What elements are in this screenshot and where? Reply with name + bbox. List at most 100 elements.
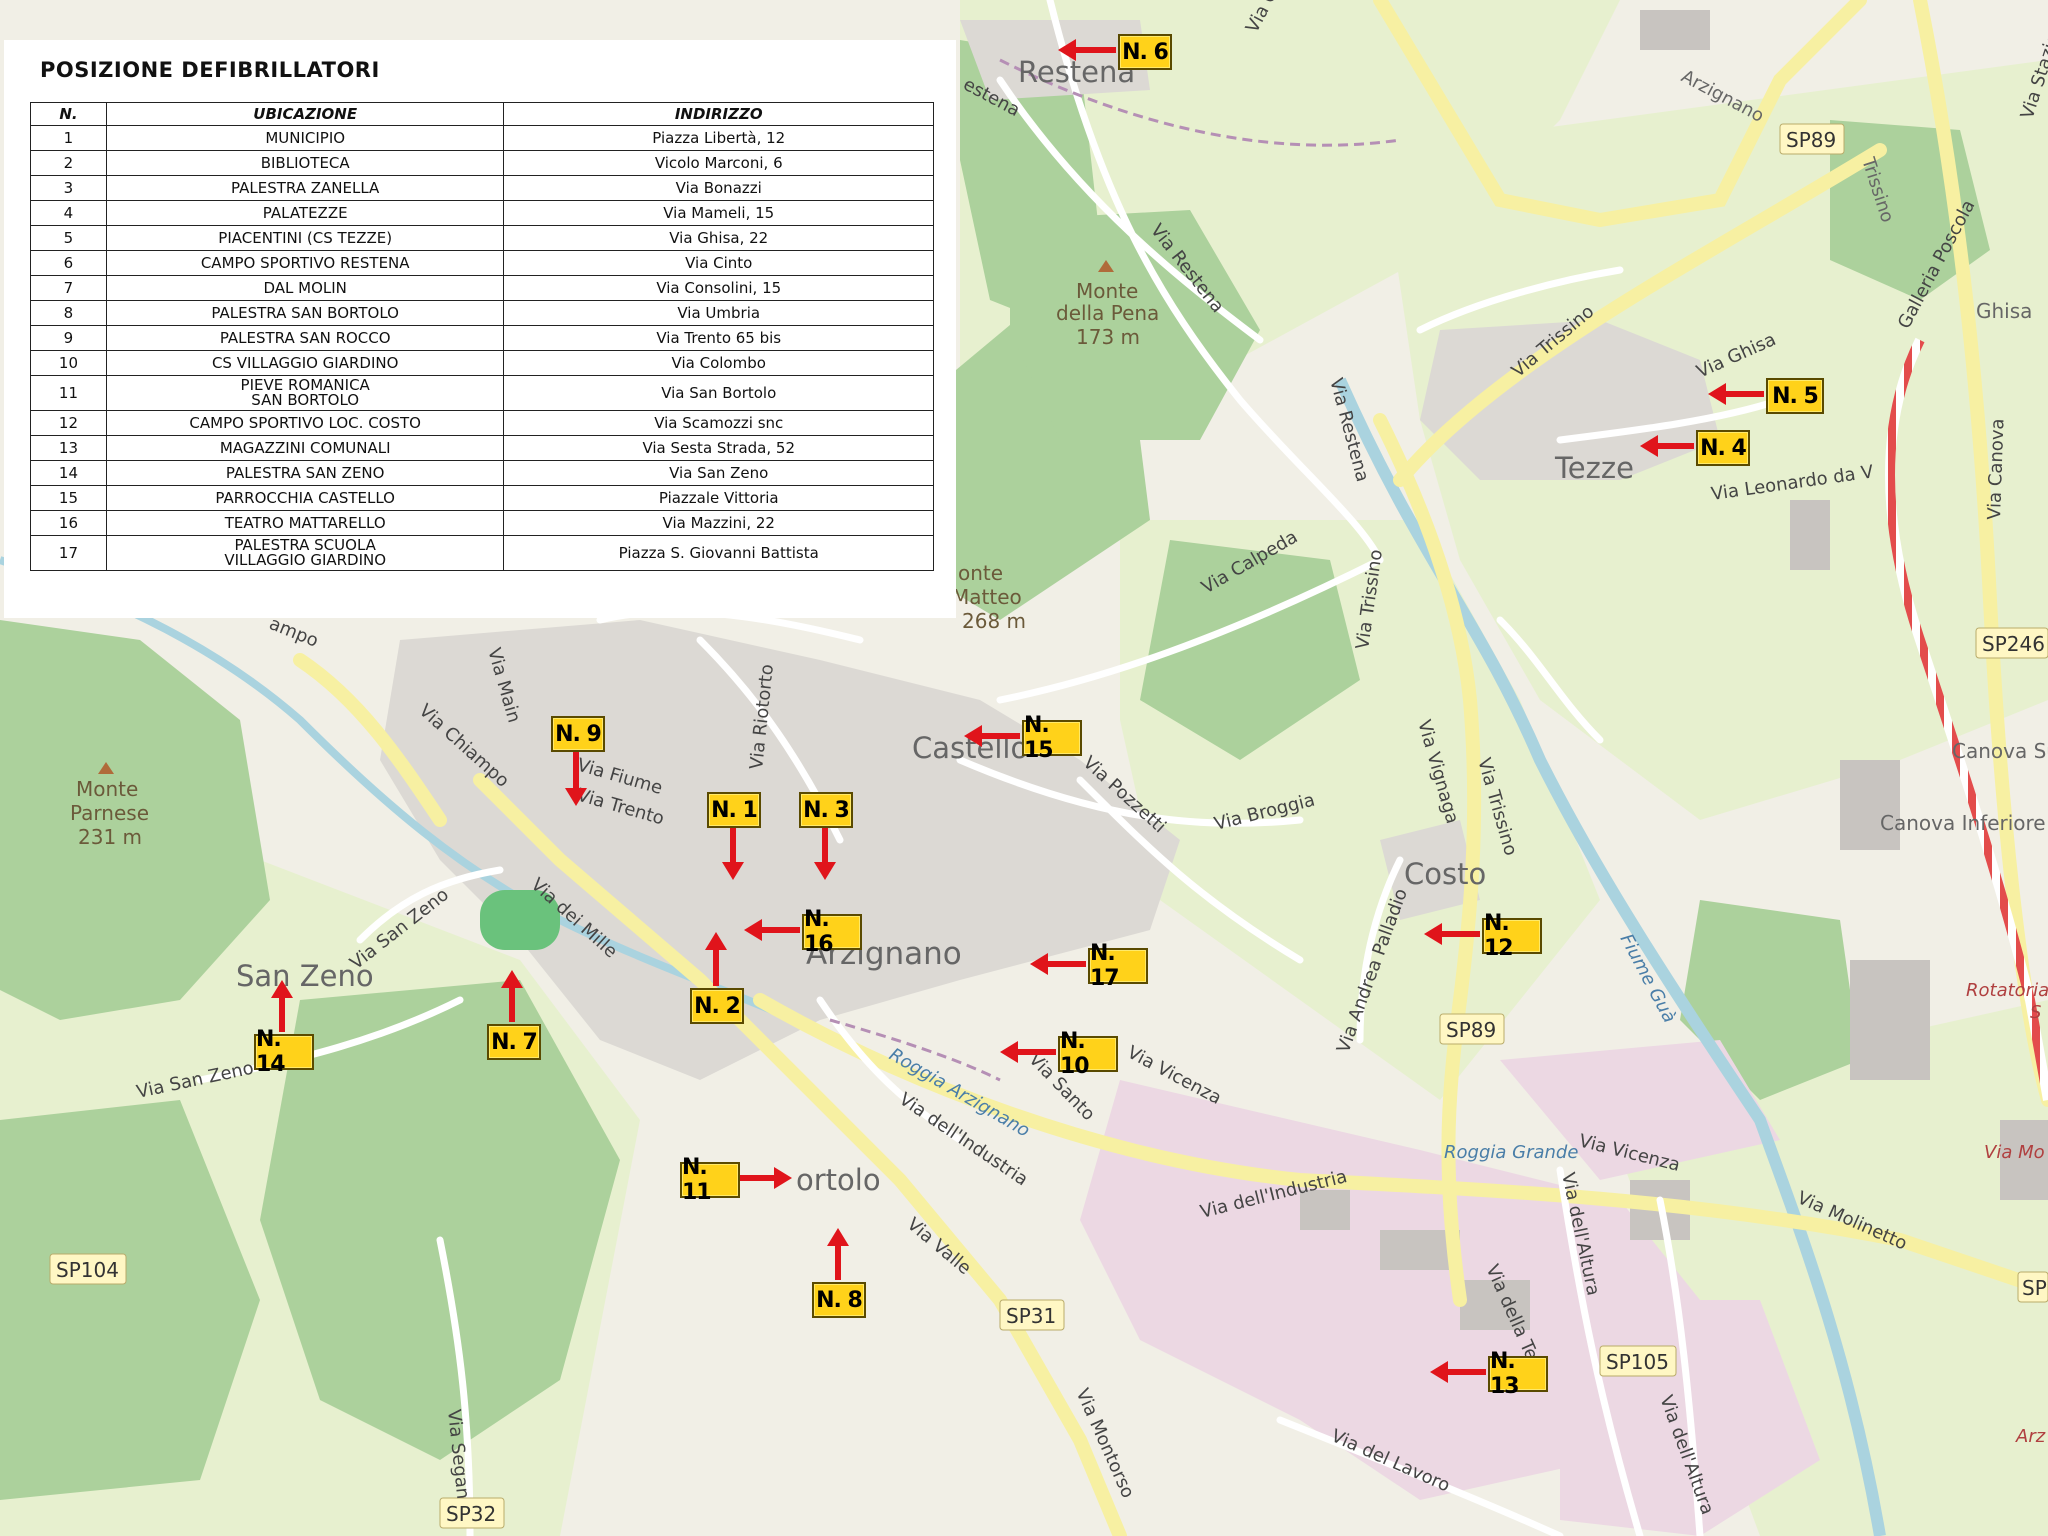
table-row: 16 TEATRO MATTARELLO Via Mazzini, 22 <box>30 510 934 536</box>
cell-indirizzo: Piazzale Vittoria <box>503 485 934 511</box>
marker-n14[interactable]: N. 14 <box>254 1027 314 1077</box>
marker-n10[interactable]: N. 10 <box>1058 1029 1118 1079</box>
cell-indirizzo: Via Cinto <box>503 250 934 276</box>
marker-n7[interactable]: N. 7 <box>487 1024 541 1060</box>
marker-n16[interactable]: N. 16 <box>802 907 862 957</box>
peak-matteo-l3: 268 m <box>962 609 1026 633</box>
cell-indirizzo: Via Sesta Strada, 52 <box>503 435 934 461</box>
cell-ubicazione-line2: VILLAGGIO GIARDINO <box>224 551 387 569</box>
cell-ubicazione: PARROCCHIA CASTELLO <box>105 485 505 511</box>
cell-ubicazione: CAMPO SPORTIVO RESTENA <box>105 250 505 276</box>
cell-ubicazione: PALESTRA SCUOLA VILLAGGIO GIARDINO <box>105 535 505 571</box>
road-ref-sp105: SP105 <box>1606 1350 1669 1374</box>
table-title: POSIZIONE DEFIBRILLATORI <box>40 58 380 82</box>
cell-ubicazione: MUNICIPIO <box>105 125 505 151</box>
cell-indirizzo: Via Bonazzi <box>503 175 934 201</box>
table-row: 13 MAGAZZINI COMUNALI Via Sesta Strada, 52 <box>30 435 934 461</box>
cell-ubicazione-line2: SAN BORTOLO <box>251 391 360 409</box>
cell-indirizzo: Via Trento 65 bis <box>503 325 934 351</box>
marker-n11[interactable]: N. 11 <box>680 1155 740 1205</box>
marker-n9[interactable]: N. 9 <box>551 716 605 752</box>
cell-ubicazione: TEATRO MATTARELLO <box>105 510 505 536</box>
cell-ubicazione: PALESTRA SAN BORTOLO <box>105 300 505 326</box>
peak-matteo-l2: Matteo <box>952 585 1022 609</box>
table-row: 9 PALESTRA SAN ROCCO Via Trento 65 bis <box>30 325 934 351</box>
road-ref-sp246: SP246 <box>1982 632 2045 656</box>
cell-n: 12 <box>30 410 107 436</box>
table-row: 17 PALESTRA SCUOLA VILLAGGIO GIARDINO Piazz… <box>30 535 934 571</box>
table-header-row: N. UBICAZIONE INDIRIZZO <box>30 102 934 126</box>
sports-field <box>480 890 560 950</box>
table-row: 11 PIEVE ROMANICA SAN BORTOLO Via San Borto… <box>30 375 934 411</box>
cell-n: 10 <box>30 350 107 376</box>
cell-n: 2 <box>30 150 107 176</box>
cell-indirizzo: Via Ghisa, 22 <box>503 225 934 251</box>
table-row: 4 PALATEZZE Via Mameli, 15 <box>30 200 934 226</box>
cell-indirizzo: Via Scamozzi snc <box>503 410 934 436</box>
cell-ubicazione: PALATEZZE <box>105 200 505 226</box>
cell-ubicazione: PALESTRA ZANELLA <box>105 175 505 201</box>
cell-indirizzo: Piazza S. Giovanni Battista <box>503 535 934 571</box>
cell-n: 1 <box>30 125 107 151</box>
cell-indirizzo: Piazza Libertà, 12 <box>503 125 934 151</box>
table-row: 2 BIBLIOTECA Vicolo Marconi, 6 <box>30 150 934 176</box>
marker-n2[interactable]: N. 2 <box>690 988 744 1024</box>
marker-n15[interactable]: N. 15 <box>1022 713 1082 763</box>
column-header-indirizzo: INDIRIZZO <box>503 102 934 126</box>
marker-n17[interactable]: N. 17 <box>1088 941 1148 991</box>
defibrillator-table: N. UBICAZIONE INDIRIZZO 1 MUNICIPIO Piazza… <box>30 102 934 571</box>
marker-n6[interactable]: N. 6 <box>1118 34 1172 70</box>
road-ref-sp31: SP31 <box>1006 1304 1056 1328</box>
table-row: 15 PARROCCHIA CASTELLO Piazzale Vittoria <box>30 485 934 511</box>
cell-n: 13 <box>30 435 107 461</box>
cell-n: 7 <box>30 275 107 301</box>
cell-ubicazione: BIBLIOTECA <box>105 150 505 176</box>
cell-n: 15 <box>30 485 107 511</box>
cell-ubicazione: PALESTRA SAN ZENO <box>105 460 505 486</box>
marker-n4[interactable]: N. 4 <box>1696 430 1750 466</box>
cell-indirizzo: Via Mameli, 15 <box>503 200 934 226</box>
cell-indirizzo: Vicolo Marconi, 6 <box>503 150 934 176</box>
marker-n5[interactable]: N. 5 <box>1766 378 1824 414</box>
cell-ubicazione: DAL MOLIN <box>105 275 505 301</box>
cell-ubicazione: MAGAZZINI COMUNALI <box>105 435 505 461</box>
peak-pena-l3: 173 m <box>1076 325 1140 349</box>
marker-n13[interactable]: N. 13 <box>1488 1349 1548 1399</box>
defibrillator-table-panel: POSIZIONE DEFIBRILLATORI N. UBICAZIONE I… <box>4 40 956 618</box>
cell-n: 11 <box>30 375 107 411</box>
cell-n: 6 <box>30 250 107 276</box>
cell-n: 17 <box>30 535 107 571</box>
table-row: 10 CS VILLAGGIO GIARDINO Via Colombo <box>30 350 934 376</box>
cell-indirizzo: Via Colombo <box>503 350 934 376</box>
marker-n3[interactable]: N. 3 <box>799 792 853 828</box>
table-row: 6 CAMPO SPORTIVO RESTENA Via Cinto <box>30 250 934 276</box>
cell-indirizzo: Via San Bortolo <box>503 375 934 411</box>
peak-parnese-l1: Monte <box>76 777 138 801</box>
peak-pena-l2: della Pena <box>1056 301 1159 325</box>
cell-n: 8 <box>30 300 107 326</box>
peak-parnese-l2: Parnese <box>70 801 149 825</box>
cell-indirizzo: Via Consolini, 15 <box>503 275 934 301</box>
road-ref-sp-edge: SP <box>2022 1276 2047 1300</box>
peak-pena-l1: Monte <box>1076 279 1138 303</box>
table-row: 12 CAMPO SPORTIVO LOC. COSTO Via Scamozzi … <box>30 410 934 436</box>
cell-n: 16 <box>30 510 107 536</box>
cell-ubicazione: CS VILLAGGIO GIARDINO <box>105 350 505 376</box>
table-row: 7 DAL MOLIN Via Consolini, 15 <box>30 275 934 301</box>
cell-n: 9 <box>30 325 107 351</box>
cell-indirizzo: Via Mazzini, 22 <box>503 510 934 536</box>
road-ref-sp104: SP104 <box>56 1258 119 1282</box>
cell-ubicazione: CAMPO SPORTIVO LOC. COSTO <box>105 410 505 436</box>
peak-parnese-l3: 231 m <box>78 825 142 849</box>
cell-n: 4 <box>30 200 107 226</box>
column-header-ubicazione: UBICAZIONE <box>105 102 505 126</box>
cell-n: 5 <box>30 225 107 251</box>
cell-ubicazione: PIACENTINI (CS TEZZE) <box>105 225 505 251</box>
cell-ubicazione: PALESTRA SAN ROCCO <box>105 325 505 351</box>
table-row: 14 PALESTRA SAN ZENO Via San Zeno <box>30 460 934 486</box>
peak-matteo-l1: onte <box>958 561 1003 585</box>
table-row: 3 PALESTRA ZANELLA Via Bonazzi <box>30 175 934 201</box>
marker-n12[interactable]: N. 12 <box>1482 911 1542 961</box>
marker-n1[interactable]: N. 1 <box>707 792 761 828</box>
marker-n8[interactable]: N. 8 <box>812 1282 866 1318</box>
